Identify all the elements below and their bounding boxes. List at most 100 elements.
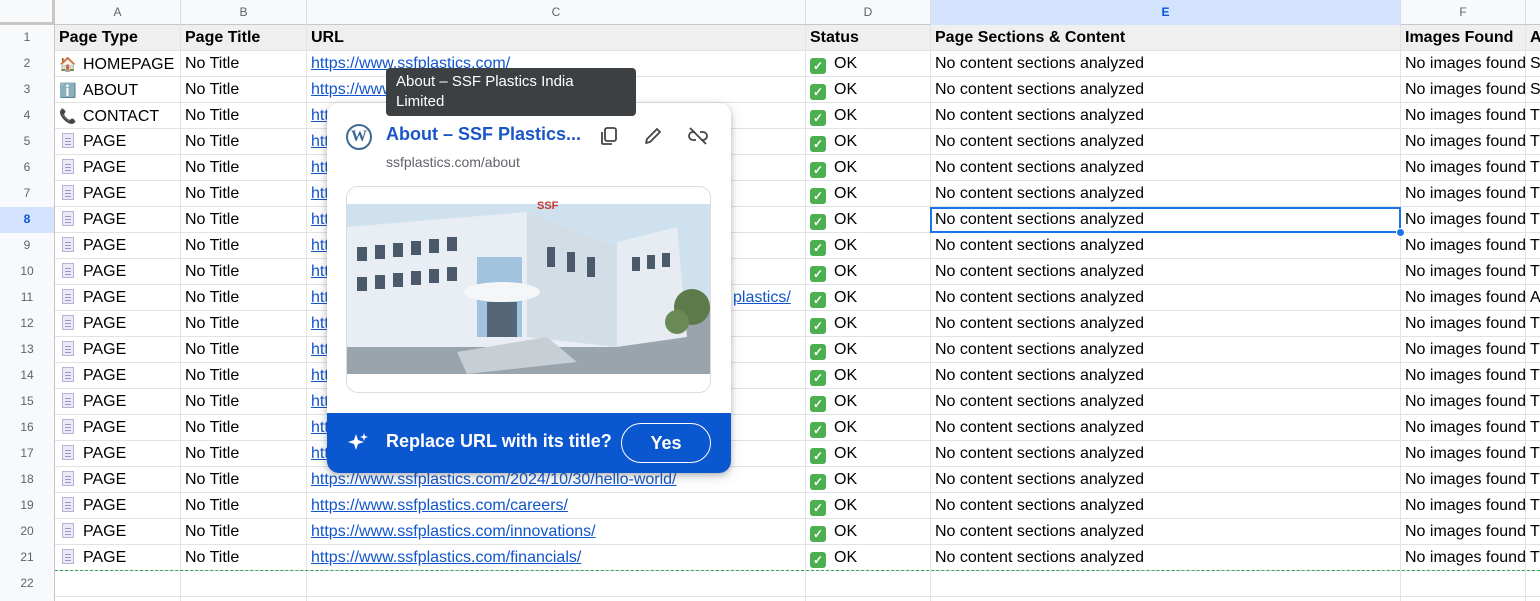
cell-e22[interactable] xyxy=(931,571,1401,597)
copy-icon[interactable] xyxy=(595,122,623,150)
cell-a10[interactable]: PAGE xyxy=(55,259,181,285)
cell-a16[interactable]: PAGE xyxy=(55,415,181,441)
cell-b22[interactable] xyxy=(181,571,307,597)
cell-g22[interactable] xyxy=(1526,571,1540,597)
column-header-a[interactable]: A xyxy=(55,0,181,25)
cell-g16[interactable]: T xyxy=(1526,415,1540,441)
cell-b16[interactable]: No Title xyxy=(181,415,307,441)
row-number[interactable]: 19 xyxy=(0,493,55,519)
cell-g5[interactable]: T xyxy=(1526,129,1540,155)
cell-a3[interactable]: ℹ️ ABOUT xyxy=(55,77,181,103)
cell-g1[interactable]: A xyxy=(1526,25,1540,51)
cell-e18[interactable]: No content sections analyzed xyxy=(931,467,1401,493)
cell-e14[interactable]: No content sections analyzed xyxy=(931,363,1401,389)
cell-b21[interactable]: No Title xyxy=(181,545,307,571)
cell-f19[interactable]: No images found xyxy=(1401,493,1526,519)
cell-d16[interactable]: ✓ OK xyxy=(806,415,931,441)
cell-d23[interactable] xyxy=(806,597,931,601)
cell-g18[interactable]: T xyxy=(1526,467,1540,493)
url-link[interactable]: https://www.ssfplastics.com/innovations/ xyxy=(311,523,596,540)
cell-e11[interactable]: No content sections analyzed xyxy=(931,285,1401,311)
cell-b11[interactable]: No Title xyxy=(181,285,307,311)
row-number[interactable]: 1 xyxy=(0,25,55,51)
cell-d1[interactable]: Status xyxy=(806,25,931,51)
cell-a6[interactable]: PAGE xyxy=(55,155,181,181)
cell-f18[interactable]: No images found xyxy=(1401,467,1526,493)
cell-e3[interactable]: No content sections analyzed xyxy=(931,77,1401,103)
cell-d5[interactable]: ✓ OK xyxy=(806,129,931,155)
cell-g13[interactable]: T xyxy=(1526,337,1540,363)
spreadsheet-grid[interactable]: A B C D E F 1 Page Type Page Title URL Statu… xyxy=(0,0,1540,601)
row-number[interactable]: 11 xyxy=(0,285,55,311)
cell-f10[interactable]: No images found xyxy=(1401,259,1526,285)
cell-g7[interactable]: T xyxy=(1526,181,1540,207)
cell-b9[interactable]: No Title xyxy=(181,233,307,259)
cell-d3[interactable]: ✓ OK xyxy=(806,77,931,103)
column-header-c[interactable]: C xyxy=(307,0,806,25)
cell-g12[interactable]: T xyxy=(1526,311,1540,337)
cell-e19[interactable]: No content sections analyzed xyxy=(931,493,1401,519)
cell-d14[interactable]: ✓ OK xyxy=(806,363,931,389)
cell-d2[interactable]: ✓ OK xyxy=(806,51,931,77)
cell-b15[interactable]: No Title xyxy=(181,389,307,415)
row-number[interactable]: 15 xyxy=(0,389,55,415)
cell-a13[interactable]: PAGE xyxy=(55,337,181,363)
cell-a22[interactable] xyxy=(55,571,181,597)
cell-f14[interactable]: No images found xyxy=(1401,363,1526,389)
cell-c21[interactable]: https://www.ssfplastics.com/financials/ xyxy=(307,545,806,571)
cell-a4[interactable]: 📞 CONTACT xyxy=(55,103,181,129)
row-number[interactable]: 3 xyxy=(0,77,55,103)
cell-d6[interactable]: ✓ OK xyxy=(806,155,931,181)
cell-c1[interactable]: URL xyxy=(307,25,806,51)
cell-f4[interactable]: No images found xyxy=(1401,103,1526,129)
cell-e2[interactable]: No content sections analyzed xyxy=(931,51,1401,77)
cell-e16[interactable]: No content sections analyzed xyxy=(931,415,1401,441)
cell-e1[interactable]: Page Sections & Content xyxy=(931,25,1401,51)
cell-e8[interactable]: No content sections analyzed xyxy=(931,207,1401,233)
cell-d21[interactable]: ✓ OK xyxy=(806,545,931,571)
cell-b7[interactable]: No Title xyxy=(181,181,307,207)
cell-d18[interactable]: ✓ OK xyxy=(806,467,931,493)
cell-e10[interactable]: No content sections analyzed xyxy=(931,259,1401,285)
cell-c22[interactable] xyxy=(307,571,806,597)
cell-f17[interactable]: No images found xyxy=(1401,441,1526,467)
cell-b23[interactable] xyxy=(181,597,307,601)
cell-a5[interactable]: PAGE xyxy=(55,129,181,155)
cell-f13[interactable]: No images found xyxy=(1401,337,1526,363)
row-number[interactable] xyxy=(0,597,55,601)
cell-g2[interactable]: S xyxy=(1526,51,1540,77)
cell-e6[interactable]: No content sections analyzed xyxy=(931,155,1401,181)
cell-f8[interactable]: No images found xyxy=(1401,207,1526,233)
cell-b14[interactable]: No Title xyxy=(181,363,307,389)
row-number[interactable]: 13 xyxy=(0,337,55,363)
cell-g4[interactable]: T xyxy=(1526,103,1540,129)
row-number[interactable]: 9 xyxy=(0,233,55,259)
cell-f3[interactable]: No images found xyxy=(1401,77,1526,103)
cell-b2[interactable]: No Title xyxy=(181,51,307,77)
cell-f12[interactable]: No images found xyxy=(1401,311,1526,337)
row-number[interactable]: 7 xyxy=(0,181,55,207)
cell-f22[interactable] xyxy=(1401,571,1526,597)
cell-e5[interactable]: No content sections analyzed xyxy=(931,129,1401,155)
cell-e12[interactable]: No content sections analyzed xyxy=(931,311,1401,337)
cell-a23[interactable] xyxy=(55,597,181,601)
url-link[interactable]: https://www.ssfplastics.com/careers/ xyxy=(311,497,568,514)
fill-handle[interactable] xyxy=(1396,228,1405,237)
cell-b3[interactable]: No Title xyxy=(181,77,307,103)
cell-g14[interactable]: T xyxy=(1526,363,1540,389)
cell-f16[interactable]: No images found xyxy=(1401,415,1526,441)
url-link[interactable]: https://www.ssfplastics.com/2024/10/30/h… xyxy=(311,471,677,488)
cell-b18[interactable]: No Title xyxy=(181,467,307,493)
cell-a17[interactable]: PAGE xyxy=(55,441,181,467)
cell-f15[interactable]: No images found xyxy=(1401,389,1526,415)
cell-d20[interactable]: ✓ OK xyxy=(806,519,931,545)
cell-e21[interactable]: No content sections analyzed xyxy=(931,545,1401,571)
cell-b12[interactable]: No Title xyxy=(181,311,307,337)
cell-e13[interactable]: No content sections analyzed xyxy=(931,337,1401,363)
cell-d4[interactable]: ✓ OK xyxy=(806,103,931,129)
url-link[interactable]: https://www.ssfplastics.com/financials/ xyxy=(311,549,581,566)
row-number[interactable]: 22 xyxy=(0,571,55,597)
column-header-e[interactable]: E xyxy=(931,0,1401,25)
cell-d8[interactable]: ✓ OK xyxy=(806,207,931,233)
cell-d17[interactable]: ✓ OK xyxy=(806,441,931,467)
